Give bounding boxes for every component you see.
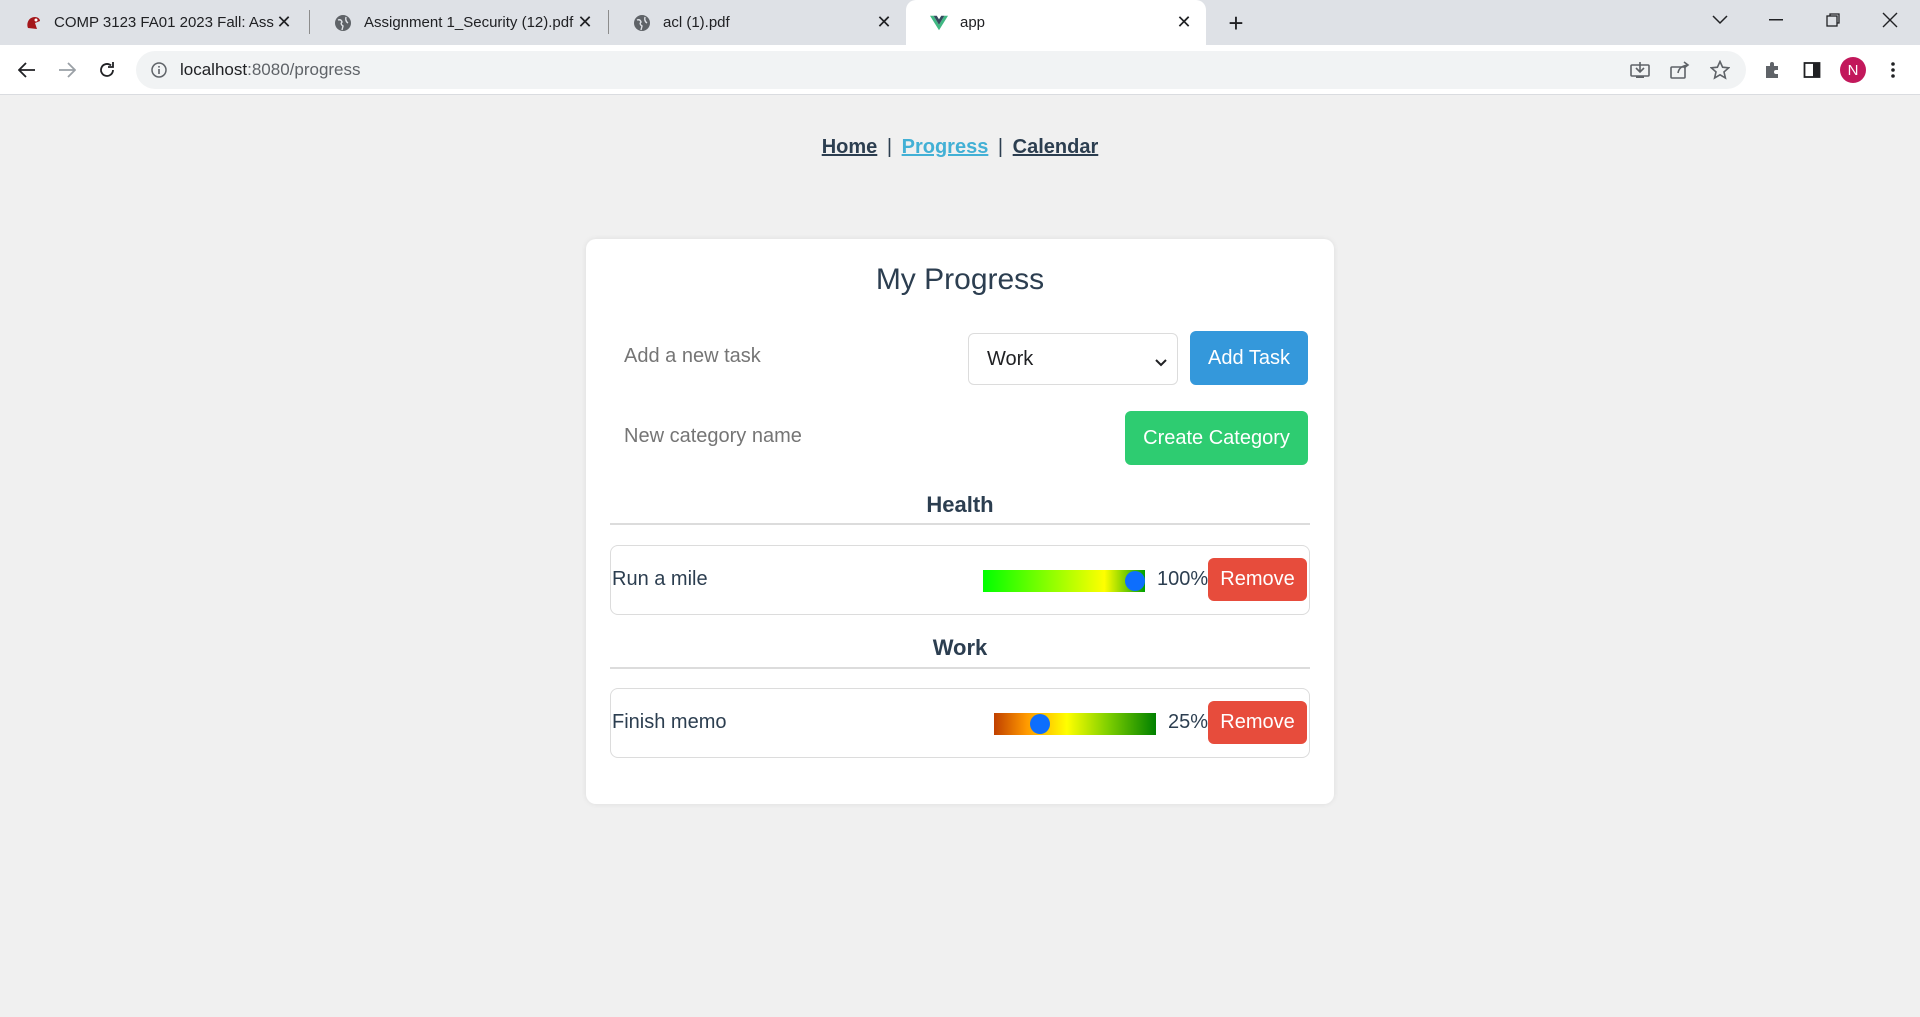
tab-title: Assignment 1_Security (12).pdf <box>364 14 574 31</box>
new-tab-button[interactable]: + <box>1219 6 1253 40</box>
close-icon[interactable]: ✕ <box>874 12 894 33</box>
nav-home-link[interactable]: Home <box>822 136 878 158</box>
browser-toolbar: localhost:8080/progress N <box>0 45 1920 95</box>
avatar: N <box>1840 57 1866 83</box>
share-icon[interactable] <box>1663 51 1697 89</box>
vue-icon <box>930 14 948 32</box>
side-panel-icon[interactable] <box>1795 53 1829 87</box>
nav-progress-link[interactable]: Progress <box>902 136 989 158</box>
category-divider <box>610 667 1310 669</box>
install-icon[interactable] <box>1623 51 1657 89</box>
globe-icon <box>334 14 352 32</box>
task-row: Run a mile 100% Remove <box>610 545 1310 615</box>
progress-card: My Progress Work Add Task Create Categor… <box>586 239 1334 804</box>
browser-tab-bar: COMP 3123 FA01 2023 Fall: Assi ✕ Assignm… <box>0 0 1920 45</box>
add-task-button[interactable]: Add Task <box>1190 331 1308 385</box>
reload-icon[interactable] <box>90 53 124 87</box>
site-info-icon[interactable] <box>150 61 168 79</box>
task-name: Finish memo <box>612 711 727 733</box>
new-category-input[interactable] <box>610 411 950 461</box>
nav-separator: | <box>997 136 1004 158</box>
url-path: :8080/progress <box>247 60 361 79</box>
close-icon[interactable]: ✕ <box>1174 12 1194 33</box>
create-category-button[interactable]: Create Category <box>1125 411 1308 465</box>
nav-calendar-link[interactable]: Calendar <box>1013 136 1099 158</box>
nav-separator: | <box>886 136 893 158</box>
tab-title: app <box>960 14 986 31</box>
progress-percent: 25% <box>1168 711 1209 733</box>
category-heading: Work <box>932 635 988 660</box>
category-select-value: Work <box>987 347 1034 370</box>
task-name: Run a mile <box>612 568 708 590</box>
tab-title: acl (1).pdf <box>663 14 730 31</box>
address-bar[interactable]: localhost:8080/progress <box>136 51 1746 89</box>
tab-canvas[interactable]: COMP 3123 FA01 2023 Fall: Assi ✕ <box>0 0 306 45</box>
page-title: My Progress <box>875 263 1045 296</box>
restore-icon[interactable] <box>1805 0 1861 40</box>
profile-avatar[interactable]: N <box>1836 53 1870 87</box>
new-task-input[interactable] <box>610 331 950 381</box>
forward-icon[interactable] <box>50 53 84 87</box>
category-heading: Health <box>926 492 994 517</box>
menu-kebab-icon[interactable] <box>1876 53 1910 87</box>
category-divider <box>610 523 1310 525</box>
globe-icon <box>633 14 651 32</box>
app-nav: Home | Progress | Calendar <box>0 136 1920 159</box>
close-icon[interactable]: ✕ <box>274 12 294 33</box>
extensions-icon[interactable] <box>1755 53 1789 87</box>
tab-title: COMP 3123 FA01 2023 Fall: Assi <box>54 14 274 31</box>
progress-slider[interactable] <box>983 570 1145 592</box>
close-icon[interactable]: ✕ <box>575 12 595 33</box>
remove-task-button[interactable]: Remove <box>1208 558 1307 601</box>
tab-acl-pdf[interactable]: acl (1).pdf ✕ <box>609 0 906 45</box>
task-row: Finish memo 25% Remove <box>610 688 1310 758</box>
category-select[interactable]: Work <box>968 333 1178 385</box>
close-window-icon[interactable] <box>1862 0 1918 40</box>
slider-thumb[interactable] <box>1029 714 1050 734</box>
tab-assignment-pdf[interactable]: Assignment 1_Security (12).pdf ✕ <box>310 0 607 45</box>
tab-app[interactable]: app ✕ <box>906 0 1206 45</box>
slider-thumb[interactable] <box>1125 571 1145 591</box>
progress-percent: 100% <box>1157 568 1209 590</box>
url-host: localhost <box>180 60 248 79</box>
url-text: localhost:8080/progress <box>180 60 361 80</box>
chevron-down-icon <box>1155 350 1167 373</box>
minimize-icon[interactable] <box>1748 0 1804 40</box>
progress-slider[interactable] <box>994 713 1156 735</box>
bookmark-star-icon[interactable] <box>1703 51 1737 89</box>
tab-search-icon[interactable] <box>1692 0 1748 40</box>
canvas-icon <box>24 14 42 32</box>
remove-task-button[interactable]: Remove <box>1208 701 1307 744</box>
back-icon[interactable] <box>10 53 44 87</box>
